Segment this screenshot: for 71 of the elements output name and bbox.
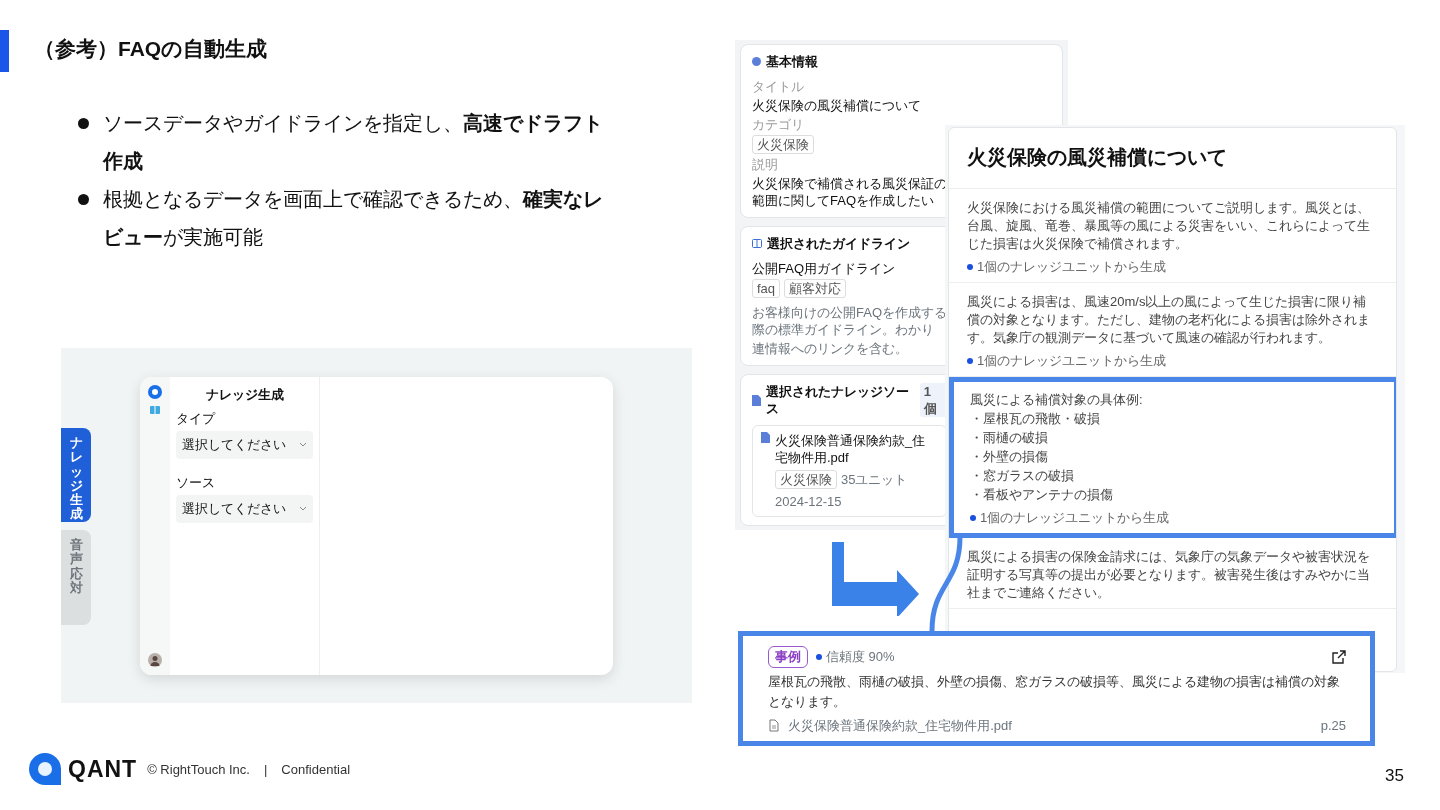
panel-title: ナレッジ生成 [204, 386, 285, 404]
dot-icon [967, 358, 973, 364]
confidence-label: 信頼度 90% [826, 648, 895, 666]
list-item: ・雨樋の破損 [970, 429, 1049, 447]
logo-icon [28, 752, 62, 787]
bullet-icon [78, 194, 89, 205]
list-item: ・看板やアンテナの損傷 [970, 486, 1114, 504]
tag: faq [752, 279, 781, 298]
list-item: ・窓ガラスの破損 [970, 467, 1075, 485]
unit-count: 35ユニット [841, 471, 908, 488]
logo-text: QANT [68, 755, 138, 784]
guideline-description: お客様向けの公開FAQを作成する際の標準ガイドライン。わかり [752, 304, 947, 338]
card-heading: 基本情報 [766, 53, 818, 70]
book-icon [752, 239, 762, 248]
file-name: 火災保険普通保険約款_住宅物件用.pdf [775, 432, 927, 466]
file-date: 2024-12-15 [775, 493, 842, 510]
arrow-icon [832, 542, 920, 616]
dot-icon [970, 515, 976, 521]
field-label: ソース [176, 474, 215, 490]
bullet-icon [78, 118, 89, 129]
file-name: 火災保険普通保険約款_住宅物件用.pdf [788, 716, 1012, 735]
copyright: © RightTouch Inc. [147, 760, 250, 779]
app-logo-icon [148, 385, 162, 399]
field-label: カテゴリ [752, 116, 804, 133]
side-tab[interactable]: ナレッジ生成 [61, 428, 91, 522]
field-label: タイプ [176, 410, 215, 426]
bullet-text: ソースデータやガイドラインを指定し、高速でドラフト作成 [103, 111, 604, 174]
source-note: 1個のナレッジユニットから生成 [980, 509, 1170, 527]
page-reference: p.25 [1320, 716, 1346, 735]
page-number: 35 [1385, 765, 1404, 787]
document-icon [752, 394, 761, 406]
bullet-text: 根拠となるデータを画面上で確認できるため、確実なレビューが実施可能 [103, 187, 604, 250]
side-tab[interactable]: 音声応対 [61, 530, 91, 625]
chevron-down-icon [299, 442, 307, 448]
guideline-name: 公開FAQ用ガイドライン [752, 260, 895, 277]
card-heading: 選択されたガイドライン [767, 235, 910, 252]
dot-icon [816, 653, 822, 660]
count-badge: 1個 [919, 383, 947, 417]
category-tag: 火災保険 [752, 135, 814, 154]
title-bar [0, 30, 9, 72]
faq-title: 火災保険の風災補償について [949, 128, 1396, 189]
external-link-icon[interactable] [1332, 649, 1346, 664]
chevron-down-icon [299, 506, 307, 512]
document-icon [761, 432, 770, 443]
avatar-icon [148, 653, 162, 667]
answer-paragraph: 火災保険における風災補償の範囲についてご説明します。風災とは、台風、旋風、竜巻、暴風等の風による災害をいい、これらによって生じた損害は火災保険で補償されます。 [967, 199, 1371, 253]
source-note: 1個のナレッジユニットから生成 [977, 258, 1167, 276]
document-icon [768, 718, 780, 732]
field-label: 説明 [752, 156, 778, 173]
book-icon [149, 405, 161, 415]
slide-title: （参考）FAQの自動生成 [34, 36, 268, 62]
separator: | [263, 760, 268, 779]
tag: 顧客対応 [784, 279, 847, 298]
select-field[interactable]: 選択してください [176, 431, 313, 459]
field-label: タイトル [752, 78, 804, 95]
case-tag: 事例 [768, 646, 808, 668]
tag: 火災保険 [775, 470, 837, 489]
confidential-label: Confidential [281, 760, 350, 779]
list-item: ・外壁の損傷 [970, 448, 1049, 466]
list-item: ・屋根瓦の飛散・破損 [970, 410, 1101, 428]
answer-paragraph: 風災による損害の保険金請求には、気象庁の気象データや被害状況を証明する写真等の提出が必要となります。被害発生後はすみやかに当社までご連絡ください。 [967, 548, 1371, 602]
evidence-text: 屋根瓦の飛散、雨樋の破損、外壁の損傷、窓ガラスの破損等、風災による建物の損害は補償の対象となります。 [768, 672, 1341, 711]
guideline-description: 連情報へのリンクを含む。 [752, 340, 908, 357]
card-heading: 選択されたナレッジソース [766, 383, 910, 417]
select-field[interactable]: 選択してください [176, 495, 313, 523]
list-intro: 風災による補償対象の具体例: [970, 391, 1144, 409]
circle-icon [752, 57, 761, 66]
dot-icon [967, 264, 973, 270]
field-value: 火災保険の風災補償について [752, 97, 921, 114]
answer-paragraph: 風災による損害は、風速20m/s以上の風によって生じた損害に限り補償の対象となります。ただし、建物の老朽化による損害は除外されます。気象庁の観測データに基づいて風速の確認が行われます。 [967, 293, 1371, 347]
source-note: 1個のナレッジユニットから生成 [977, 352, 1167, 370]
